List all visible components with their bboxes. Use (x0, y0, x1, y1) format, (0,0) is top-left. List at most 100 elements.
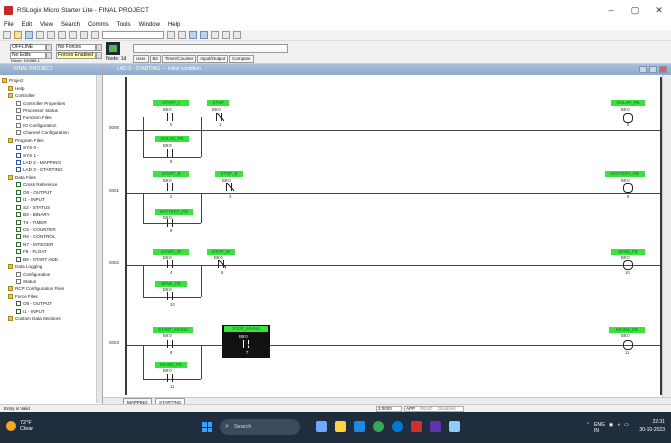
output-coil[interactable] (623, 113, 633, 123)
tree-item[interactable]: T4 - TIMER (2, 218, 102, 225)
contact-tag[interactable]: STOP (207, 100, 229, 106)
tree-item[interactable]: B3 - BINARY (2, 211, 102, 218)
rslogix-taskbar-icon[interactable] (449, 421, 460, 432)
tree-item[interactable]: F8 - FLOAT (2, 248, 102, 255)
ladder-minimize-button[interactable] (639, 66, 647, 73)
mode-field[interactable]: OFFLINE (10, 44, 46, 51)
search-combo[interactable] (102, 31, 164, 39)
xic-contact[interactable] (167, 183, 173, 191)
tree-item[interactable]: Processor Status (2, 107, 102, 114)
tree-item[interactable]: Custom Data Monitors (2, 315, 102, 322)
taskbar-search[interactable]: Search (220, 419, 300, 435)
forces-enabled-field[interactable]: Forces Enabled (56, 52, 96, 59)
tree-item[interactable]: SYS 0 - (2, 144, 102, 151)
rung-line[interactable] (127, 193, 660, 194)
output-coil[interactable] (623, 340, 633, 350)
tree-item[interactable]: B9 - START ADD (2, 256, 102, 263)
tree-item[interactable]: Force Files (2, 293, 102, 300)
menu-help[interactable]: Help (168, 22, 180, 28)
menu-view[interactable]: View (40, 22, 53, 28)
contact-tag[interactable]: STOP_MAINS (224, 326, 268, 332)
menu-comms[interactable]: Comms (88, 22, 109, 28)
contact-tag[interactable]: STOP_B (215, 171, 243, 177)
tree-item[interactable]: I1 - INPUT (2, 308, 102, 315)
rung-number[interactable]: 0001 (109, 188, 119, 193)
find-icon[interactable] (211, 31, 219, 39)
xic-contact[interactable] (167, 340, 173, 348)
paste-icon[interactable] (69, 31, 77, 39)
xic-contact[interactable] (167, 260, 173, 268)
rung-number[interactable]: 0003 (109, 340, 119, 345)
forces-field[interactable]: No Forces (56, 44, 96, 51)
save-icon[interactable] (25, 31, 33, 39)
xic-contact[interactable] (167, 219, 173, 227)
output-coil[interactable] (623, 183, 633, 193)
tree-item[interactable]: Data Files (2, 174, 102, 181)
contact-tag[interactable]: SOLAR_PB (155, 136, 189, 142)
copy-icon[interactable] (58, 31, 66, 39)
tree-item[interactable]: Controller Properties (2, 99, 102, 106)
menu-file[interactable]: File (4, 22, 14, 28)
cut-icon[interactable] (47, 31, 55, 39)
zoom-in-icon[interactable] (189, 31, 197, 39)
tree-item[interactable]: R6 - CONTROL (2, 233, 102, 240)
forces-dropdown-icon[interactable] (96, 44, 102, 51)
rung-number[interactable]: 0000 (109, 125, 119, 130)
output-coil[interactable] (623, 260, 633, 270)
edits-dropdown-icon[interactable] (46, 52, 52, 59)
tab-user[interactable]: User (133, 55, 149, 63)
minimize-button[interactable]: – (599, 0, 623, 20)
menu-window[interactable]: Window (139, 22, 160, 28)
forward-icon[interactable] (233, 31, 241, 39)
rung-line[interactable] (127, 130, 660, 131)
undo-icon[interactable] (80, 31, 88, 39)
ladder-vertical-scrollbar[interactable] (662, 75, 671, 397)
xio-contact[interactable] (216, 113, 224, 121)
xic-contact[interactable] (167, 374, 173, 382)
redo-icon[interactable] (91, 31, 99, 39)
tree-item[interactable]: S2 - STATUS (2, 203, 102, 210)
menu-tools[interactable]: Tools (117, 22, 131, 28)
tree-item[interactable]: Controller (2, 92, 102, 99)
contact-tag[interactable]: BATTERY_PB (155, 209, 193, 215)
tree-item[interactable]: LAD 2 - MAPPING (2, 159, 102, 166)
tree-item[interactable]: I1 - INPUT (2, 196, 102, 203)
speaker-icon[interactable]: ◖ (617, 422, 620, 434)
tree-item[interactable]: Data Logging (2, 263, 102, 270)
mode-dropdown-icon[interactable] (46, 44, 52, 51)
maximize-button[interactable]: ▢ (623, 0, 647, 20)
rung-line[interactable] (127, 265, 660, 266)
rung-number[interactable]: 0002 (109, 260, 119, 265)
ladder-close-button[interactable] (659, 66, 667, 73)
xio-contact[interactable] (226, 183, 234, 191)
open-folder-icon[interactable] (14, 31, 22, 39)
tree-item[interactable]: Program Files (2, 137, 102, 144)
verify-project-icon[interactable] (178, 31, 186, 39)
store-icon[interactable] (354, 421, 365, 432)
ladder-maximize-button[interactable] (649, 66, 657, 73)
project-tree-scrollbar[interactable] (96, 75, 102, 403)
chevron-up-icon[interactable]: ⌃ (586, 422, 590, 434)
language-indicator[interactable]: ENG IN (594, 422, 605, 434)
back-icon[interactable] (222, 31, 230, 39)
xic-contact[interactable] (167, 149, 173, 157)
tree-item[interactable]: N7 - INTEGER (2, 241, 102, 248)
verify-icon[interactable] (167, 31, 175, 39)
xic-contact[interactable] (167, 292, 173, 300)
contact-tag[interactable]: START_I (153, 100, 189, 106)
coil-tag[interactable]: BATTERY_PB (605, 171, 645, 177)
tab-timer-counter[interactable]: Timer/Counter (161, 55, 197, 63)
xic-contact[interactable] (167, 113, 173, 121)
task-view-icon[interactable] (316, 421, 327, 432)
tree-item[interactable]: Status (2, 278, 102, 285)
file-explorer-icon[interactable] (335, 421, 346, 432)
tree-item[interactable]: Project (2, 77, 102, 84)
contact-tag[interactable]: START_MAINS (153, 327, 193, 333)
print-icon[interactable] (36, 31, 44, 39)
tab-bit[interactable]: Bit (149, 55, 161, 63)
wifi-icon[interactable]: ◉ (609, 422, 613, 434)
tree-item[interactable]: IO Configuration (2, 122, 102, 129)
chrome-icon[interactable] (373, 421, 384, 432)
tree-item[interactable]: Configuration (2, 270, 102, 277)
start-button[interactable] (202, 422, 212, 432)
